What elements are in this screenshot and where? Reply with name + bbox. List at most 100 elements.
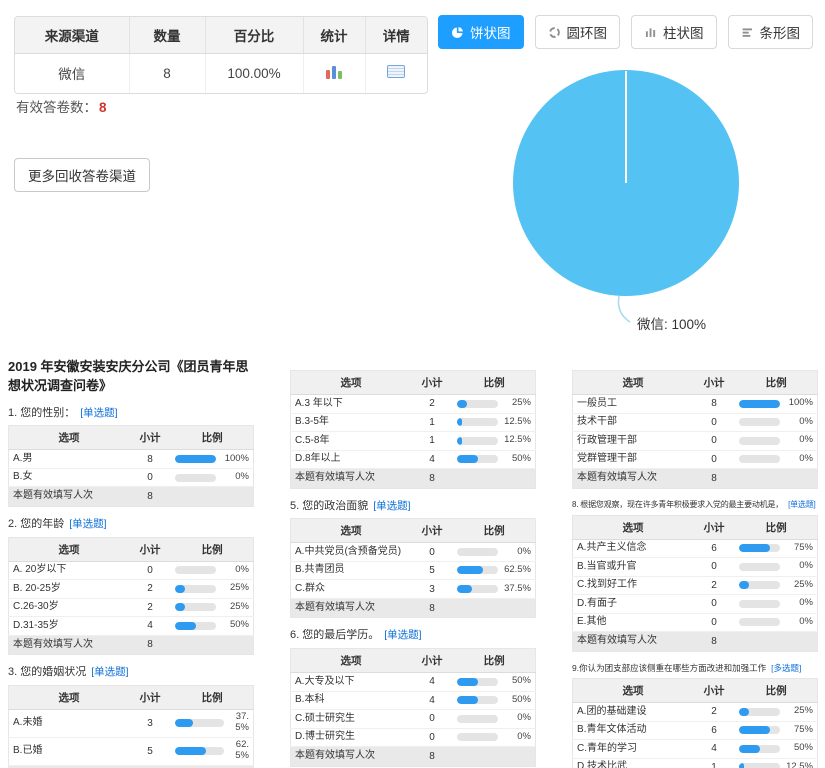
- percent-bar-fill: [457, 678, 477, 686]
- option-label: 技术干部: [573, 413, 693, 432]
- question-label: 9.你认为团支部应该侧重在哪些方面改进和加强工作[多选题]: [572, 663, 818, 674]
- option-count: 0: [129, 561, 171, 580]
- percent-value: 50%: [501, 695, 531, 706]
- table-header-row: 选项小计比例: [291, 519, 536, 543]
- percent-bar-fill: [457, 437, 462, 445]
- table-header-row: 选项小计比例: [573, 371, 818, 395]
- percent-bar-track: [175, 603, 216, 611]
- question-type-tag: [多选题]: [771, 663, 801, 673]
- option-label: D.技术比武: [573, 758, 693, 768]
- percent-bar-fill: [175, 603, 185, 611]
- total-row-label: 本题有效填写人次: [291, 747, 411, 767]
- percent-value: 25%: [219, 602, 249, 613]
- percent-bar-track: [739, 581, 780, 589]
- bar-chart-icon[interactable]: [326, 65, 342, 79]
- table-header-row: 选项小计比例: [9, 426, 254, 450]
- donut-chart-icon: [548, 26, 561, 39]
- column-header: 比例: [735, 515, 817, 539]
- column-header: 比例: [453, 649, 535, 673]
- percent-bar-track: [175, 474, 216, 482]
- total-row: 本题有效填写人次8: [291, 469, 536, 489]
- chart-tab-column-chart[interactable]: 柱状图: [631, 15, 717, 49]
- percent-bar-fill: [457, 585, 472, 593]
- column-header: 比例: [171, 537, 253, 561]
- percent-bar-track: [457, 400, 498, 408]
- total-row: 本题有效填写人次8: [291, 598, 536, 618]
- option-row: B.青年文体活动675%: [573, 721, 818, 740]
- option-label: C.5-8年: [291, 432, 411, 451]
- option-row: 技术干部00%: [573, 413, 818, 432]
- question-label: 8. 根据您观察，现在许多青年积极要求入党的最主要动机是，[单选题]: [572, 500, 818, 510]
- table-header-row: 选项小计比例: [573, 679, 818, 703]
- more-channels-button[interactable]: 更多回收答卷渠道: [14, 158, 150, 192]
- percent-bar: 25%: [175, 583, 249, 594]
- option-label: C.26-30岁: [9, 598, 129, 617]
- column-header: 小计: [693, 371, 735, 395]
- question-label: 1. 您的性别：[单选题]: [8, 407, 254, 421]
- option-count: 0: [129, 468, 171, 487]
- chart-tab-donut-chart[interactable]: 圆环图: [535, 15, 621, 49]
- column-header-stat: 统计: [303, 17, 365, 53]
- option-row: B.女00%: [9, 468, 254, 487]
- percent-value: 12.5%: [783, 762, 813, 768]
- table-header-row: 选项小计比例: [291, 371, 536, 395]
- percent-bar-track: [175, 566, 216, 574]
- percent-bar-fill: [175, 747, 206, 755]
- survey-table: 选项小计比例A.未婚337.5%B.已婚562.5%本题有效填写人次8: [8, 685, 254, 768]
- chart-tab-label: 条形图: [760, 22, 801, 42]
- column-header: 比例: [735, 679, 817, 703]
- option-count: 4: [411, 450, 453, 469]
- percent-bar-track: [739, 563, 780, 571]
- column-header-channel: 来源渠道: [15, 17, 129, 53]
- option-label: A.未婚: [9, 709, 129, 737]
- percent-bar-track: [457, 585, 498, 593]
- option-count: 8: [693, 395, 735, 414]
- option-label: A.共产主义信念: [573, 539, 693, 558]
- option-label: D.有面子: [573, 595, 693, 614]
- option-count: 4: [411, 691, 453, 710]
- percent-value: 25%: [219, 583, 249, 594]
- question-label: 2. 您的年龄[单选题]: [8, 518, 254, 532]
- option-row: B.本科450%: [291, 691, 536, 710]
- option-row: C.26-30岁225%: [9, 598, 254, 617]
- option-label: A.中共党员(含预备党员): [291, 543, 411, 562]
- table-icon[interactable]: [387, 65, 405, 78]
- column-header: 选项: [573, 515, 693, 539]
- column-header: 选项: [291, 519, 411, 543]
- chart-tab-pie-chart[interactable]: 饼状图: [438, 15, 524, 49]
- option-row: D.有面子00%: [573, 595, 818, 614]
- column-header: 选项: [9, 537, 129, 561]
- percent-bar: 0%: [457, 732, 531, 743]
- option-row: A.共产主义信念675%: [573, 539, 818, 558]
- total-row-label: 本题有效填写人次: [573, 632, 693, 652]
- percent-bar-track: [739, 400, 780, 408]
- table-header-row: 选项小计比例: [291, 649, 536, 673]
- percent-bar-track: [457, 715, 498, 723]
- question-type-tag: [单选题]: [80, 407, 117, 419]
- percent-value: 50%: [501, 454, 531, 465]
- survey-report-page: 来源渠道 数量 百分比 统计 详情 微信 8 100.00% 有效答卷数：8: [0, 0, 825, 768]
- question-label: 3. 您的婚姻状况[单选题]: [8, 666, 254, 680]
- option-count: 0: [693, 432, 735, 451]
- column-header: 选项: [573, 371, 693, 395]
- percent-bar: 75%: [739, 725, 813, 736]
- source-channel-table: 来源渠道 数量 百分比 统计 详情 微信 8 100.00%: [15, 17, 427, 93]
- percent-bar-fill: [739, 708, 749, 716]
- percent-bar-track: [739, 418, 780, 426]
- chart-tab-bar-chart[interactable]: 条形图: [728, 15, 814, 49]
- percent-bar-track: [739, 745, 780, 753]
- percent-bar-track: [457, 455, 498, 463]
- percent-value: 62.5%: [501, 565, 531, 576]
- option-label: B.已婚: [9, 737, 129, 765]
- percent-value: 50%: [501, 676, 531, 687]
- percent-value: 0%: [783, 598, 813, 609]
- question-text: 3. 您的婚姻状况: [8, 666, 86, 678]
- table-header-row: 选项小计比例: [9, 685, 254, 709]
- percent-bar: 50%: [457, 676, 531, 687]
- percent-bar-fill: [457, 696, 477, 704]
- column-header: 选项: [291, 649, 411, 673]
- survey-table: 选项小计比例A.共产主义信念675%B.当官或升官00%C.找到好工作225%D…: [572, 515, 818, 652]
- option-row: C.5-8年112.5%: [291, 432, 536, 451]
- percent-bar: 0%: [739, 417, 813, 428]
- option-label: A.男: [9, 450, 129, 469]
